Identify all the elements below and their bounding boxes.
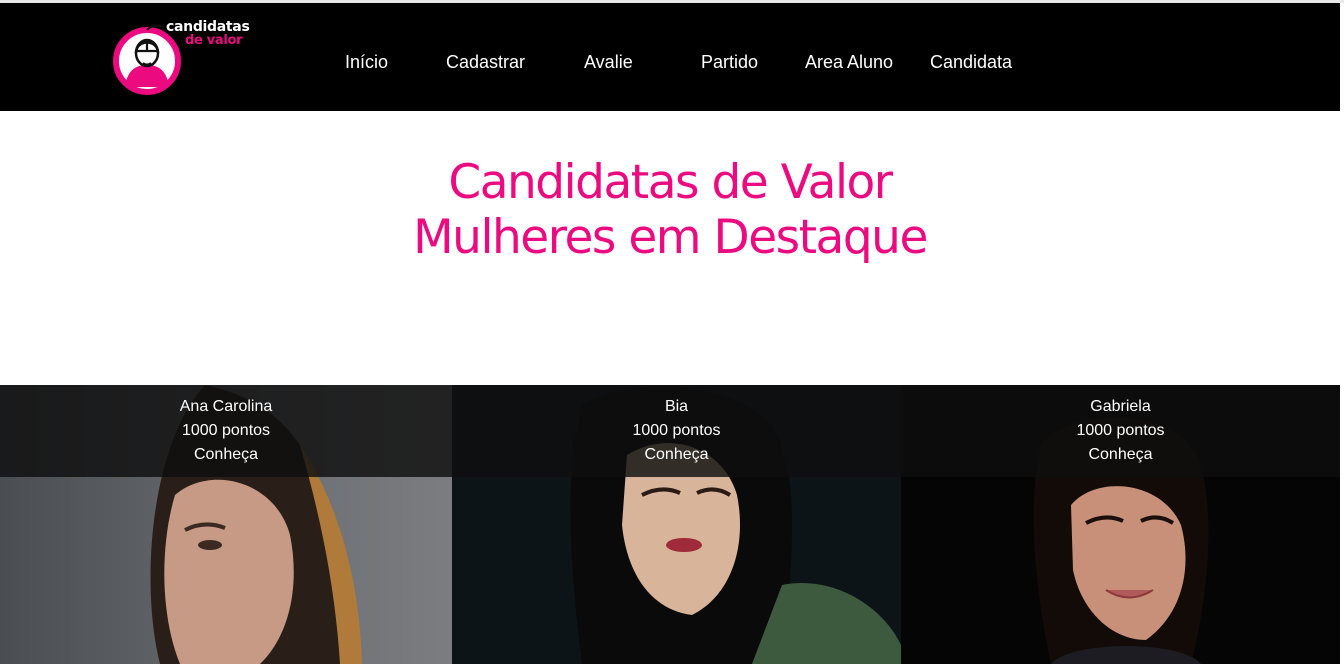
candidates-gallery: Ana Carolina 1000 pontos Conheça Bia 100… [0,385,1340,664]
candidate-name: Ana Carolina [179,398,273,415]
candidate-link-conheca[interactable]: Conheça [0,443,452,467]
main-nav: Início Cadastrar Avalie Partido Area Alu… [0,52,1100,76]
nav-item-candidata[interactable]: Candidata [930,52,1012,73]
candidate-link-conheca[interactable]: Conheça [901,443,1340,467]
candidate-card-bia[interactable]: Bia 1000 pontos Conheça [452,385,901,664]
candidate-info: Gabriela 1000 pontos Conheça [901,385,1340,477]
candidate-info: Ana Carolina 1000 pontos Conheça [0,385,452,477]
nav-item-area-aluno[interactable]: Area Aluno [805,52,893,73]
page-right-edge [1340,3,1344,664]
nav-item-inicio[interactable]: Início [345,52,388,73]
candidate-link-conheca[interactable]: Conheça [452,443,901,467]
candidate-name: Bia [664,398,689,415]
hero-title-line1: Candidatas de Valor [448,155,893,210]
hero-title-line2: Mulheres em Destaque [413,210,928,265]
candidate-points: 1000 pontos [181,422,271,439]
navbar: candidatas de valor Início Cadastrar Ava… [0,3,1340,111]
candidate-points: 1000 pontos [632,422,721,439]
candidate-card-gabriela[interactable]: Gabriela 1000 pontos Conheça [901,385,1340,664]
nav-item-partido[interactable]: Partido [701,52,758,73]
nav-item-cadastrar[interactable]: Cadastrar [446,52,525,73]
logo-text-de-valor: de valor [185,33,243,48]
candidate-card-ana-carolina[interactable]: Ana Carolina 1000 pontos Conheça [0,385,452,664]
candidate-name: Gabriela [1090,398,1151,415]
candidate-info: Bia 1000 pontos Conheça [452,385,901,477]
nav-item-avalie[interactable]: Avalie [584,52,633,73]
candidate-points: 1000 pontos [1076,422,1165,439]
